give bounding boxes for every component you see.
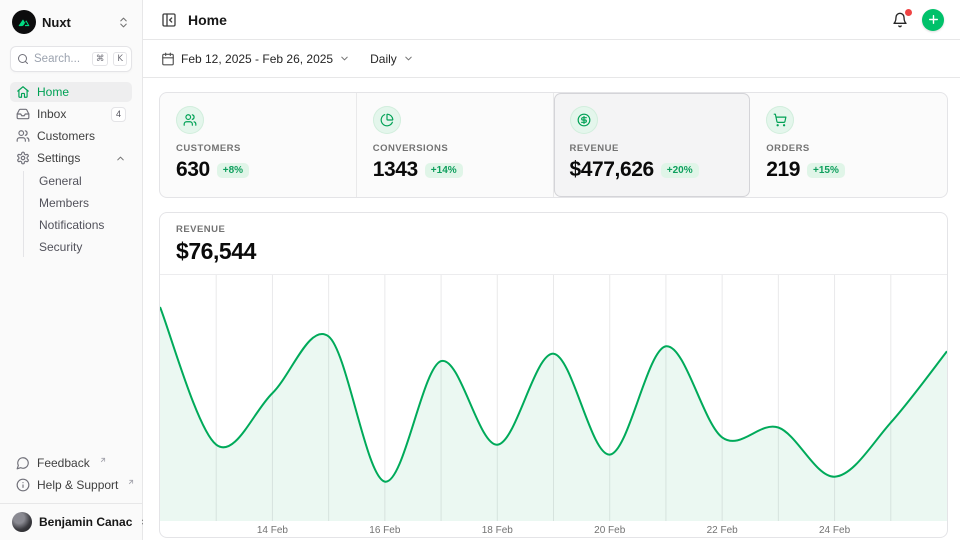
stat-card-customers[interactable]: CUSTOMERS 630 +8% xyxy=(160,93,357,197)
page-title: Home xyxy=(188,12,227,28)
sidebar-item-notifications[interactable]: Notifications xyxy=(24,215,132,235)
x-axis-label: 16 Feb xyxy=(369,525,400,536)
workspace-selector[interactable]: Nuxt xyxy=(10,10,132,34)
date-range-value: Feb 12, 2025 - Feb 26, 2025 xyxy=(181,52,333,66)
workspace-name: Nuxt xyxy=(42,15,111,30)
sidebar-footer-nav: Feedback Help & Support xyxy=(10,453,132,495)
stat-delta-badge: +20% xyxy=(661,163,699,178)
user-menu[interactable]: Benjamin Canac xyxy=(10,512,132,532)
sidebar-item-home[interactable]: Home xyxy=(10,82,132,102)
stat-label: CUSTOMERS xyxy=(176,143,340,154)
chart-title: REVENUE xyxy=(176,224,931,235)
x-axis-label: 18 Feb xyxy=(482,525,513,536)
stat-card-revenue[interactable]: REVENUE $477,626 +20% xyxy=(554,93,751,197)
users-icon xyxy=(16,129,30,143)
info-circle-icon xyxy=(16,478,30,492)
users-icon xyxy=(176,106,204,134)
nuxt-logo-icon xyxy=(12,10,36,34)
sidebar-item-label: Customers xyxy=(37,129,95,143)
chart-current-value: $76,544 xyxy=(176,238,931,265)
main-area: Home Feb 12, 2025 - Feb 26, 2025 xyxy=(143,0,960,540)
stat-delta-badge: +15% xyxy=(807,163,845,178)
notifications-button[interactable] xyxy=(890,10,910,30)
stat-card-conversions[interactable]: CONVERSIONS 1343 +14% xyxy=(357,93,554,197)
plus-icon xyxy=(927,13,940,26)
stat-label: CONVERSIONS xyxy=(373,143,537,154)
external-link-icon xyxy=(99,456,107,464)
chat-bubble-icon xyxy=(16,456,30,470)
sidebar-item-general[interactable]: General xyxy=(24,171,132,191)
help-support-link[interactable]: Help & Support xyxy=(10,475,132,495)
date-range-picker[interactable]: Feb 12, 2025 - Feb 26, 2025 xyxy=(159,48,352,70)
chevron-up-icon xyxy=(115,153,126,164)
stat-label: REVENUE xyxy=(570,143,735,154)
stat-value: 630 xyxy=(176,158,210,182)
chart-header: REVENUE $76,544 xyxy=(160,213,947,275)
calendar-icon xyxy=(161,52,175,66)
home-icon xyxy=(16,85,30,99)
inbox-count-badge: 4 xyxy=(111,107,126,122)
sidebar-divider xyxy=(0,503,142,504)
sidebar-nav: Home Inbox 4 Customers Settings xyxy=(10,82,132,258)
kbd-cmd: ⌘ xyxy=(92,52,109,66)
sidebar-item-label: Settings xyxy=(37,151,80,165)
search-input[interactable]: Search... ⌘ K xyxy=(10,46,132,72)
collapse-sidebar-button[interactable] xyxy=(159,10,179,30)
sidebar-item-label: Home xyxy=(37,85,69,99)
notification-dot xyxy=(905,9,912,16)
filter-toolbar: Feb 12, 2025 - Feb 26, 2025 Daily xyxy=(143,40,960,78)
sidebar: Nuxt Search... ⌘ K Home xyxy=(0,0,143,540)
search-placeholder: Search... xyxy=(34,53,87,65)
kbd-k: K xyxy=(113,52,127,66)
period-select[interactable]: Daily xyxy=(368,48,416,70)
chevron-down-icon xyxy=(403,53,414,64)
sidebar-item-members[interactable]: Members xyxy=(24,193,132,213)
panel-left-close-icon xyxy=(161,12,177,28)
sidebar-item-customers[interactable]: Customers xyxy=(10,126,132,146)
revenue-area-chart xyxy=(160,275,947,521)
settings-subnav: General Members Notifications Security xyxy=(23,171,132,257)
cart-icon xyxy=(766,106,794,134)
chevron-down-icon xyxy=(339,53,350,64)
user-name: Benjamin Canac xyxy=(39,515,132,529)
stat-delta-badge: +8% xyxy=(217,163,249,178)
avatar xyxy=(12,512,32,532)
x-axis-label: 14 Feb xyxy=(257,525,288,536)
chart-canvas xyxy=(160,275,947,521)
footer-link-label: Help & Support xyxy=(37,478,118,492)
stats-panel: CUSTOMERS 630 +8% CONVERSIONS 1343 +14% xyxy=(159,92,948,198)
sidebar-item-settings[interactable]: Settings xyxy=(10,148,132,168)
sidebar-item-label: Inbox xyxy=(37,107,66,121)
circle-dollar-icon xyxy=(570,106,598,134)
gear-icon xyxy=(16,151,30,165)
x-axis-label: 24 Feb xyxy=(819,525,850,536)
add-button[interactable] xyxy=(922,9,944,31)
dashboard-content: CUSTOMERS 630 +8% CONVERSIONS 1343 +14% xyxy=(143,78,960,538)
search-icon xyxy=(17,53,29,65)
period-value: Daily xyxy=(370,52,397,66)
chart-x-axis: 14 Feb 16 Feb 18 Feb 20 Feb 22 Feb 24 Feb xyxy=(160,521,947,537)
top-header: Home xyxy=(143,0,960,40)
external-link-icon xyxy=(127,478,135,486)
footer-link-label: Feedback xyxy=(37,456,90,470)
x-axis-label: 20 Feb xyxy=(594,525,625,536)
dashboard-app: Nuxt Search... ⌘ K Home xyxy=(0,0,960,540)
stat-card-orders[interactable]: ORDERS 219 +15% xyxy=(750,93,947,197)
sidebar-item-inbox[interactable]: Inbox 4 xyxy=(10,104,132,124)
stat-value: 1343 xyxy=(373,158,418,182)
stat-delta-badge: +14% xyxy=(425,163,463,178)
stat-value: 219 xyxy=(766,158,800,182)
sidebar-item-security[interactable]: Security xyxy=(24,237,132,257)
chart-pie-icon xyxy=(373,106,401,134)
inbox-icon xyxy=(16,107,30,121)
stat-value: $477,626 xyxy=(570,158,654,182)
stat-label: ORDERS xyxy=(766,143,931,154)
x-axis-label: 22 Feb xyxy=(707,525,738,536)
feedback-link[interactable]: Feedback xyxy=(10,453,132,473)
chevrons-up-down-icon xyxy=(117,16,130,29)
revenue-chart-card: REVENUE $76,544 14 Feb 16 Feb 18 Feb 20 Feb… xyxy=(159,212,948,538)
